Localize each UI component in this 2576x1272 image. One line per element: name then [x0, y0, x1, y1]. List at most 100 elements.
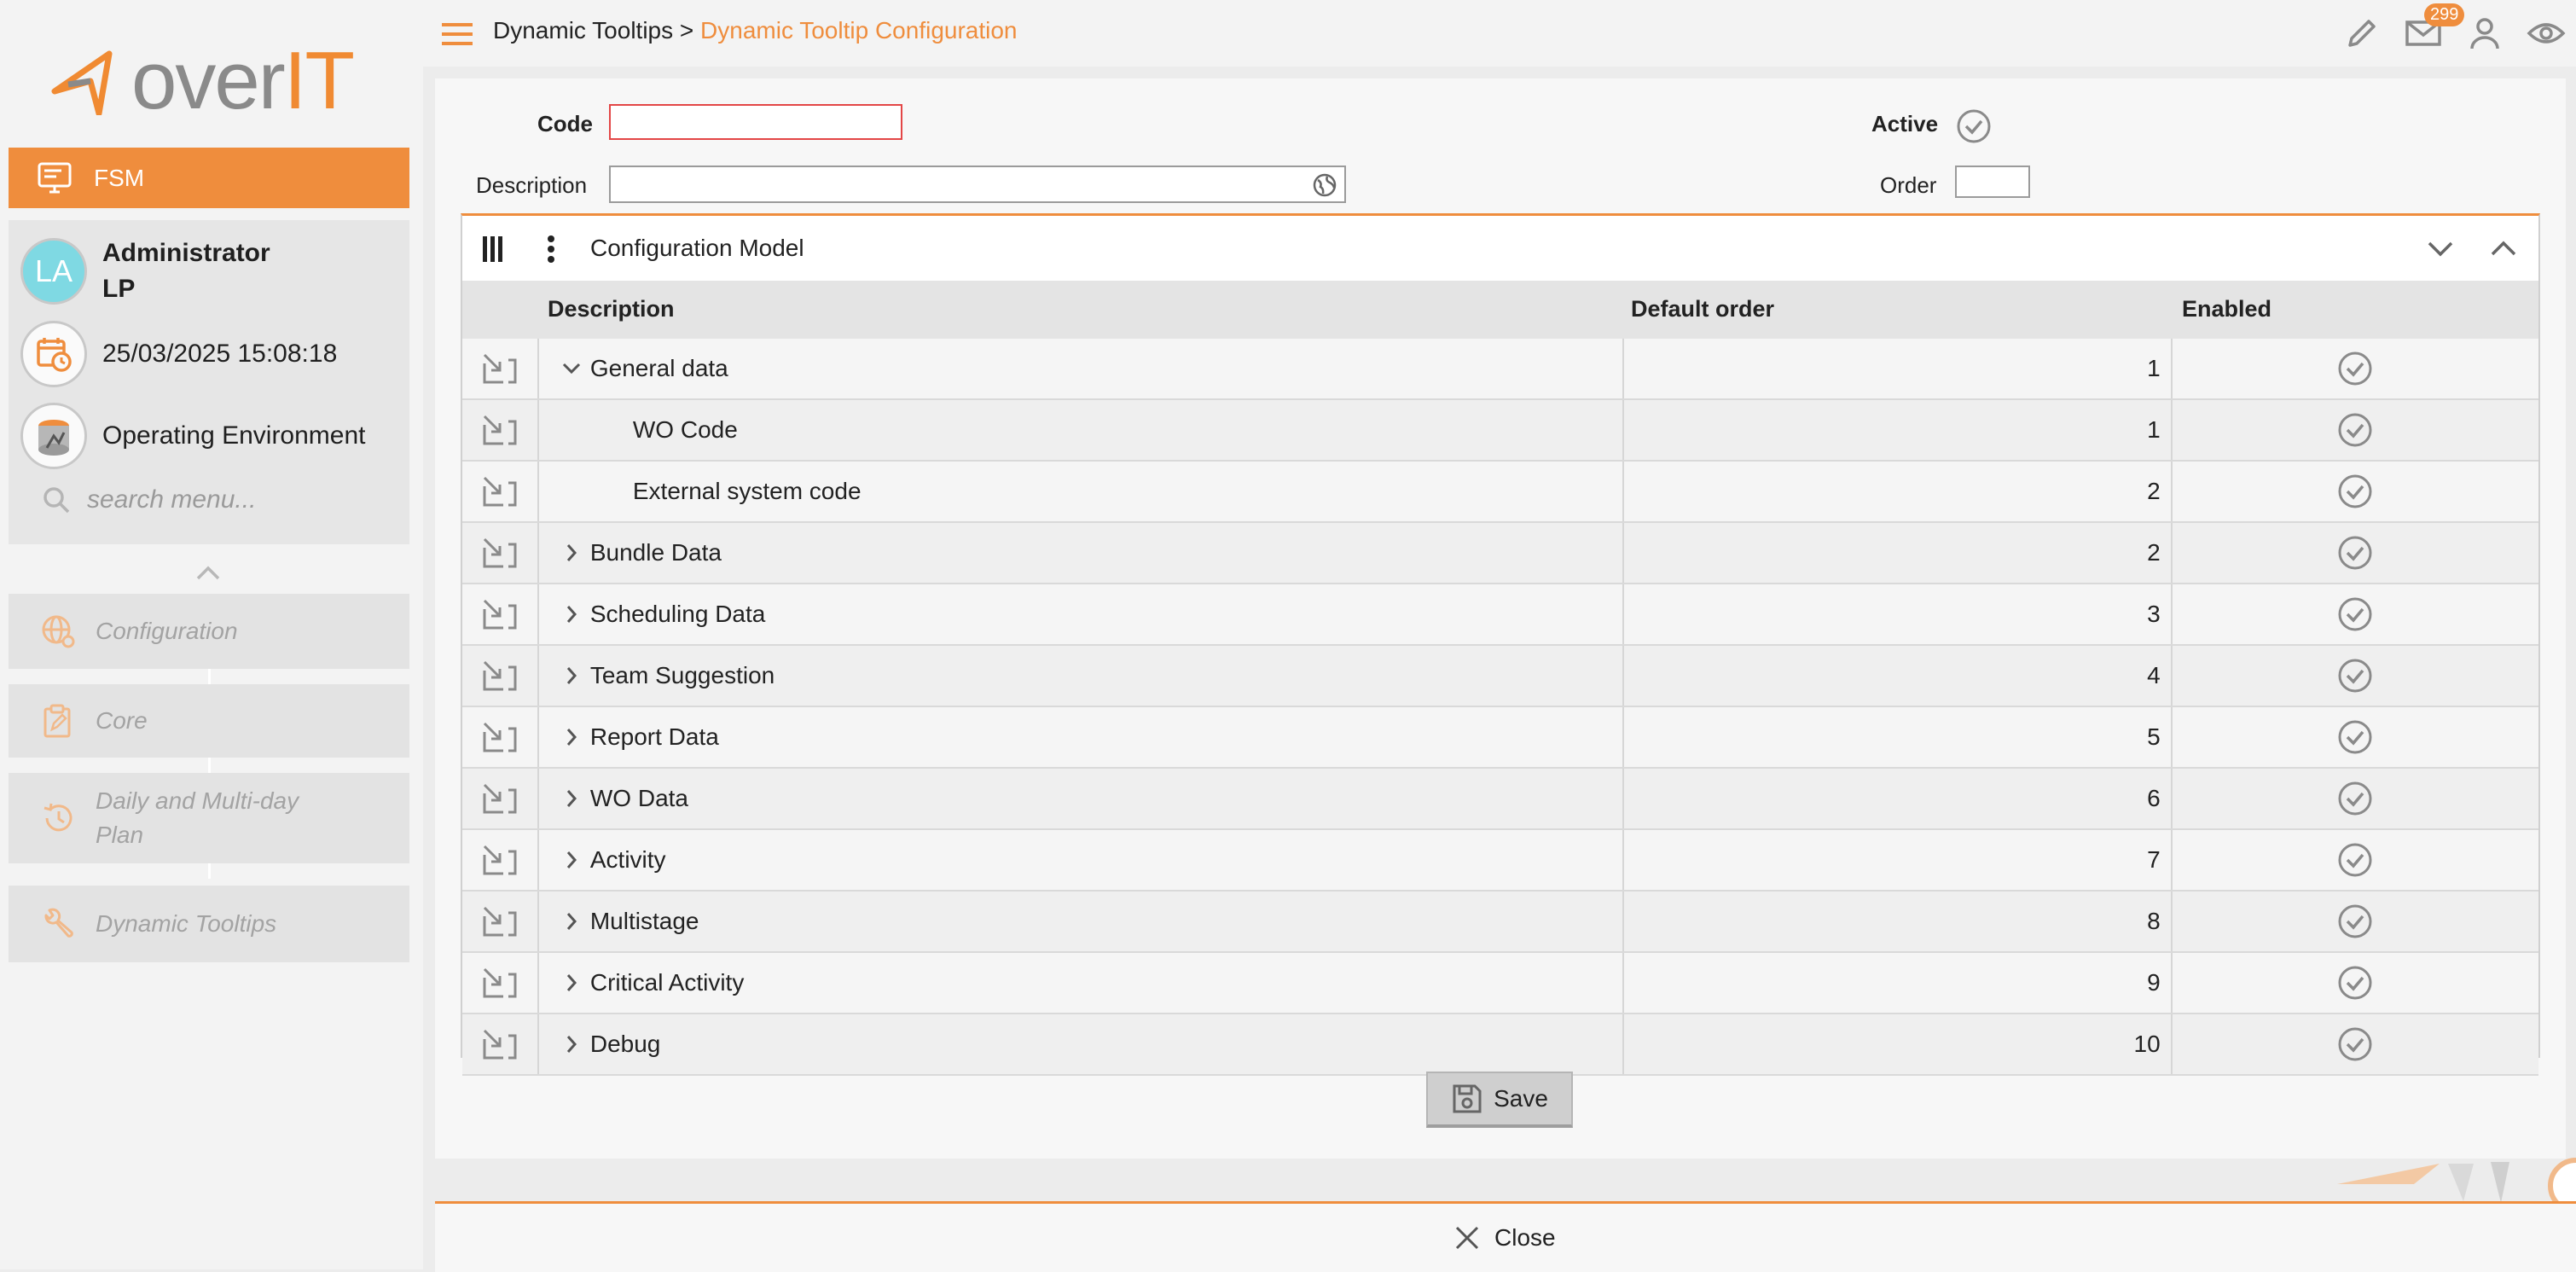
row-enabled-cell[interactable]: [2173, 339, 2538, 398]
avatar: LA: [20, 238, 87, 305]
datetime-row: 25/03/2025 15:08:18: [20, 321, 337, 387]
chevron-right-icon[interactable]: [553, 727, 590, 747]
drag-handle[interactable]: [462, 953, 539, 1013]
table-row[interactable]: General data 1: [462, 339, 2538, 400]
drag-handle[interactable]: [462, 584, 539, 644]
row-description-cell: Debug: [539, 1014, 1624, 1074]
menu-item-configuration[interactable]: Configuration: [9, 594, 409, 669]
table-row[interactable]: Report Data 5: [462, 707, 2538, 769]
row-description-text: Bundle Data: [589, 539, 722, 566]
drag-handle[interactable]: [462, 830, 539, 890]
menu-item-label: Core: [96, 707, 148, 734]
description-input[interactable]: [609, 166, 1346, 203]
column-header-default-order[interactable]: Default order: [1631, 296, 1774, 322]
bottom-bar: Close: [435, 1201, 2576, 1272]
save-disk-icon: [1453, 1084, 1482, 1113]
row-enabled-cell[interactable]: [2173, 523, 2538, 583]
drag-handle[interactable]: [462, 646, 539, 706]
row-order-cell: 3: [1624, 584, 2173, 644]
menu-item-core[interactable]: Core: [9, 684, 409, 758]
drag-handle[interactable]: [462, 1014, 539, 1074]
drag-handle[interactable]: [462, 462, 539, 521]
move-arrow-icon: [483, 353, 517, 384]
row-enabled-cell[interactable]: [2173, 830, 2538, 890]
save-button[interactable]: Save: [1426, 1072, 1573, 1128]
column-header-enabled[interactable]: Enabled: [2182, 296, 2271, 322]
module-bar-fsm[interactable]: FSM: [9, 148, 409, 208]
menu-search[interactable]: search menu...: [41, 485, 256, 515]
chevron-right-icon[interactable]: [553, 850, 590, 870]
row-order-cell: 2: [1624, 462, 2173, 521]
row-enabled-cell[interactable]: [2173, 646, 2538, 706]
row-enabled-cell[interactable]: [2173, 707, 2538, 767]
chevron-right-icon[interactable]: [553, 973, 590, 993]
edit-icon[interactable]: [2341, 12, 2383, 55]
row-description-text: Team Suggestion: [589, 662, 775, 688]
chevron-up-icon[interactable]: [2489, 238, 2518, 258]
row-enabled-cell[interactable]: [2173, 892, 2538, 951]
drag-handle[interactable]: [462, 707, 539, 767]
table-row[interactable]: Critical Activity 9: [462, 953, 2538, 1014]
hamburger-menu-icon[interactable]: [440, 20, 474, 48]
row-enabled-cell[interactable]: [2173, 462, 2538, 521]
move-arrow-icon: [483, 537, 517, 568]
more-options-icon[interactable]: [546, 235, 556, 264]
table-row[interactable]: Activity 7: [462, 830, 2538, 892]
columns-icon[interactable]: [481, 235, 505, 264]
table-row[interactable]: Debug 10: [462, 1014, 2538, 1076]
table-row[interactable]: WO Data 6: [462, 769, 2538, 830]
chevron-right-icon[interactable]: [553, 543, 590, 563]
chevron-down-icon[interactable]: [553, 362, 590, 375]
chevron-right-icon[interactable]: [553, 665, 590, 686]
user-row[interactable]: LA Administrator LP: [20, 235, 270, 307]
environment-row[interactable]: Operating Environment: [20, 403, 366, 469]
translation-globe-icon[interactable]: [1312, 172, 1337, 198]
menu-item-dynamic-tooltips[interactable]: Dynamic Tooltips: [9, 886, 409, 962]
move-arrow-icon: [483, 660, 517, 691]
mail-icon[interactable]: 299: [2402, 3, 2465, 55]
row-enabled-cell[interactable]: [2173, 400, 2538, 460]
table-row[interactable]: Scheduling Data 3: [462, 584, 2538, 646]
table-row[interactable]: External system code 2: [462, 462, 2538, 523]
row-enabled-cell[interactable]: [2173, 953, 2538, 1013]
menu-item-label: Dynamic Tooltips: [96, 910, 277, 937]
chevron-right-icon[interactable]: [553, 911, 590, 932]
drag-handle[interactable]: [462, 339, 539, 398]
eye-icon[interactable]: [2525, 12, 2567, 55]
chevron-right-icon[interactable]: [553, 604, 590, 624]
table-row[interactable]: Multistage 8: [462, 892, 2538, 953]
search-input[interactable]: search menu...: [87, 485, 256, 514]
menu-item-daily-plan[interactable]: Daily and Multi-day Plan: [9, 773, 409, 863]
row-enabled-cell[interactable]: [2173, 584, 2538, 644]
enabled-check-icon: [2338, 843, 2372, 877]
save-label: Save: [1494, 1085, 1548, 1112]
top-bar: Dynamic Tooltips > Dynamic Tooltip Confi…: [423, 0, 2576, 67]
row-description-cell: Report Data: [539, 707, 1624, 767]
close-button[interactable]: Close: [1453, 1224, 1556, 1252]
chevron-down-icon[interactable]: [2426, 238, 2455, 258]
column-header-description[interactable]: Description: [548, 296, 675, 322]
chevron-up-icon[interactable]: [194, 563, 222, 582]
drag-handle[interactable]: [462, 523, 539, 583]
order-input[interactable]: [1955, 166, 2030, 198]
table-row[interactable]: Team Suggestion 4: [462, 646, 2538, 707]
active-check-icon[interactable]: [1955, 107, 1993, 145]
chevron-right-icon[interactable]: [553, 788, 590, 809]
chevron-right-icon[interactable]: [553, 1034, 590, 1054]
code-input[interactable]: [609, 104, 902, 140]
drag-handle[interactable]: [462, 769, 539, 828]
row-order-cell: 1: [1624, 400, 2173, 460]
drag-handle[interactable]: [462, 892, 539, 951]
enabled-check-icon: [2338, 474, 2372, 508]
row-enabled-cell[interactable]: [2173, 769, 2538, 828]
enabled-check-icon: [2338, 351, 2372, 386]
user-icon[interactable]: [2463, 12, 2506, 55]
row-order-cell: 9: [1624, 953, 2173, 1013]
table-row[interactable]: WO Code 1: [462, 400, 2538, 462]
row-enabled-cell[interactable]: [2173, 1014, 2538, 1074]
search-icon: [44, 487, 70, 514]
table-row[interactable]: Bundle Data 2: [462, 523, 2538, 584]
breadcrumb-parent[interactable]: Dynamic Tooltips: [493, 17, 673, 44]
row-description-cell: General data: [539, 339, 1624, 398]
drag-handle[interactable]: [462, 400, 539, 460]
